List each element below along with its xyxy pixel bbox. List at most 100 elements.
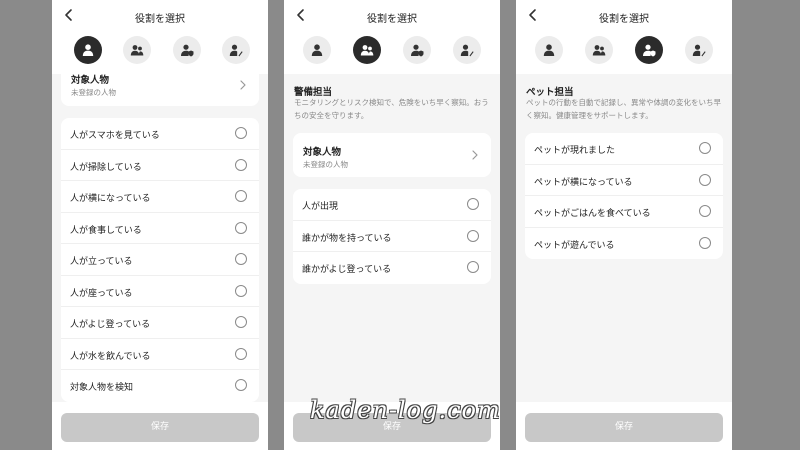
save-bar: 保存 [516, 402, 732, 450]
option-radio[interactable] [235, 190, 247, 202]
save-button[interactable]: 保存 [525, 413, 723, 442]
role-selector [284, 34, 500, 74]
options-card: ペットが現れました ペットが横になっている ペットがごはんを食べている ペットが… [525, 133, 723, 259]
option-radio[interactable] [467, 229, 479, 242]
role-person-button[interactable] [535, 36, 563, 64]
target-title: 対象人物 [71, 75, 110, 86]
people-icon [592, 43, 606, 57]
screen-role-select-person: 役割を選択 対象人物 未登録の人物 人がスマホを見ている 人が掃除している 人が… [52, 0, 268, 450]
option-row[interactable]: ペットが現れました [525, 133, 723, 165]
role-people-button[interactable] [353, 36, 381, 64]
options-card: 人が出現 誰かが物を持っている 誰かがよじ登っている [293, 189, 491, 284]
option-row[interactable]: ペットが遊んでいる [525, 228, 723, 260]
option-label: 人がよじ登っている [70, 320, 151, 330]
option-label: 人が出現 [302, 202, 339, 212]
target-subtitle: 未登録の人物 [71, 88, 116, 97]
option-label: 人が座っている [70, 288, 133, 299]
screen-title: 役割を選択 [599, 14, 649, 25]
role-selector [516, 34, 732, 74]
top-bar: 役割を選択 [516, 0, 732, 34]
role-security-button[interactable] [173, 36, 201, 64]
option-radio[interactable] [467, 198, 479, 210]
role-people-button[interactable] [585, 36, 613, 64]
role-description: モニタリングとリスク検知で、危険をいち早く察知。おうちの安全を守ります。 [294, 98, 489, 120]
option-label: 誰かが物を持っている [302, 233, 392, 244]
role-heading: ペット担当 [526, 87, 574, 98]
option-label: 誰かがよじ登っている [302, 265, 392, 275]
pet-person-icon [229, 43, 243, 57]
target-subtitle: 未登録の人物 [303, 160, 348, 169]
option-row[interactable]: 人がスマホを見ている [61, 118, 259, 150]
save-button[interactable]: 保存 [61, 413, 259, 442]
option-row[interactable]: 人がよじ登っている [61, 307, 259, 339]
option-label: 人が掃除している [70, 162, 142, 173]
shield-person-icon [642, 43, 656, 57]
role-security-button[interactable] [403, 36, 431, 64]
option-row[interactable]: 誰かがよじ登っている [293, 252, 491, 284]
screen-role-select-security: 役割を選択 警備担当 モニタリングとリスク検知で、危険をいち早く察知。おうちの安… [284, 0, 500, 450]
people-icon [360, 43, 374, 57]
option-row[interactable]: 人が出現 [293, 189, 491, 221]
people-icon [130, 43, 144, 57]
option-row[interactable]: 人が食事している [61, 213, 259, 244]
target-title: 対象人物 [303, 147, 342, 158]
option-row[interactable]: 人が水を飲んでいる [61, 339, 259, 370]
option-radio[interactable] [467, 261, 479, 273]
chevron-right-icon [471, 150, 479, 160]
person-icon [310, 43, 324, 57]
target-person-card[interactable]: 対象人物 未登録の人物 [293, 133, 491, 177]
chevron-right-icon [239, 80, 247, 90]
option-radio[interactable] [699, 142, 711, 154]
role-heading: 警備担当 [294, 87, 333, 98]
pet-person-icon [692, 43, 706, 57]
option-row[interactable]: 人が掃除している [61, 150, 259, 181]
option-radio[interactable] [235, 221, 247, 234]
option-radio[interactable] [699, 173, 711, 186]
option-label: 対象人物を検知 [70, 383, 134, 393]
option-row[interactable]: 人が座っている [61, 276, 259, 307]
options-card: 人がスマホを見ている 人が掃除している 人が横になっている 人が食事している 人… [61, 118, 259, 402]
option-radio[interactable] [235, 253, 247, 265]
option-label: ペットが横になっている [534, 177, 633, 188]
option-row[interactable]: 誰かが物を持っている [293, 221, 491, 252]
top-bar: 役割を選択 [284, 0, 500, 34]
option-radio[interactable] [699, 236, 711, 249]
role-pet-button[interactable] [222, 36, 250, 64]
option-row[interactable]: 対象人物を検知 [61, 370, 259, 402]
screen-title: 役割を選択 [135, 14, 185, 25]
option-label: ペットが現れました [534, 146, 616, 156]
option-label: ペットが遊んでいる [534, 240, 615, 251]
watermark: kaden-log.com [310, 396, 501, 424]
role-person-button[interactable] [303, 36, 331, 64]
option-row[interactable]: ペットがごはんを食べている [525, 196, 723, 228]
option-label: ペットがごはんを食べている [534, 209, 651, 219]
option-label: 人が水を飲んでいる [70, 351, 151, 362]
top-bar: 役割を選択 [52, 0, 268, 34]
option-label: 人がスマホを見ている [70, 131, 160, 141]
screen-role-select-pet: 役割を選択 ペット担当 ペットの行動を自動で記録し、異常や体調の変化をいち早く察… [516, 0, 732, 450]
option-row[interactable]: 人が立っている [61, 244, 259, 276]
option-row[interactable]: 人が横になっている [61, 181, 259, 213]
shield-person-icon [410, 43, 424, 57]
role-pet-button[interactable] [453, 36, 481, 64]
role-security-button[interactable] [635, 36, 663, 64]
role-people-button[interactable] [123, 36, 151, 64]
option-radio[interactable] [235, 316, 247, 328]
person-icon [81, 43, 95, 57]
person-icon [542, 43, 556, 57]
option-radio[interactable] [235, 284, 247, 297]
shield-person-icon [180, 43, 194, 57]
role-pet-button[interactable] [685, 36, 713, 64]
option-radio[interactable] [235, 127, 247, 139]
save-bar: 保存 [52, 402, 268, 450]
role-person-button[interactable] [74, 36, 102, 64]
option-radio[interactable] [235, 158, 247, 171]
option-row[interactable]: ペットが横になっている [525, 165, 723, 196]
option-radio[interactable] [235, 347, 247, 360]
target-person-card[interactable]: 対象人物 未登録の人物 [61, 68, 259, 106]
option-radio[interactable] [235, 379, 247, 391]
option-label: 人が立っている [70, 257, 133, 267]
option-label: 人が横になっている [70, 194, 151, 204]
option-radio[interactable] [699, 205, 711, 217]
screen-title: 役割を選択 [367, 14, 417, 25]
